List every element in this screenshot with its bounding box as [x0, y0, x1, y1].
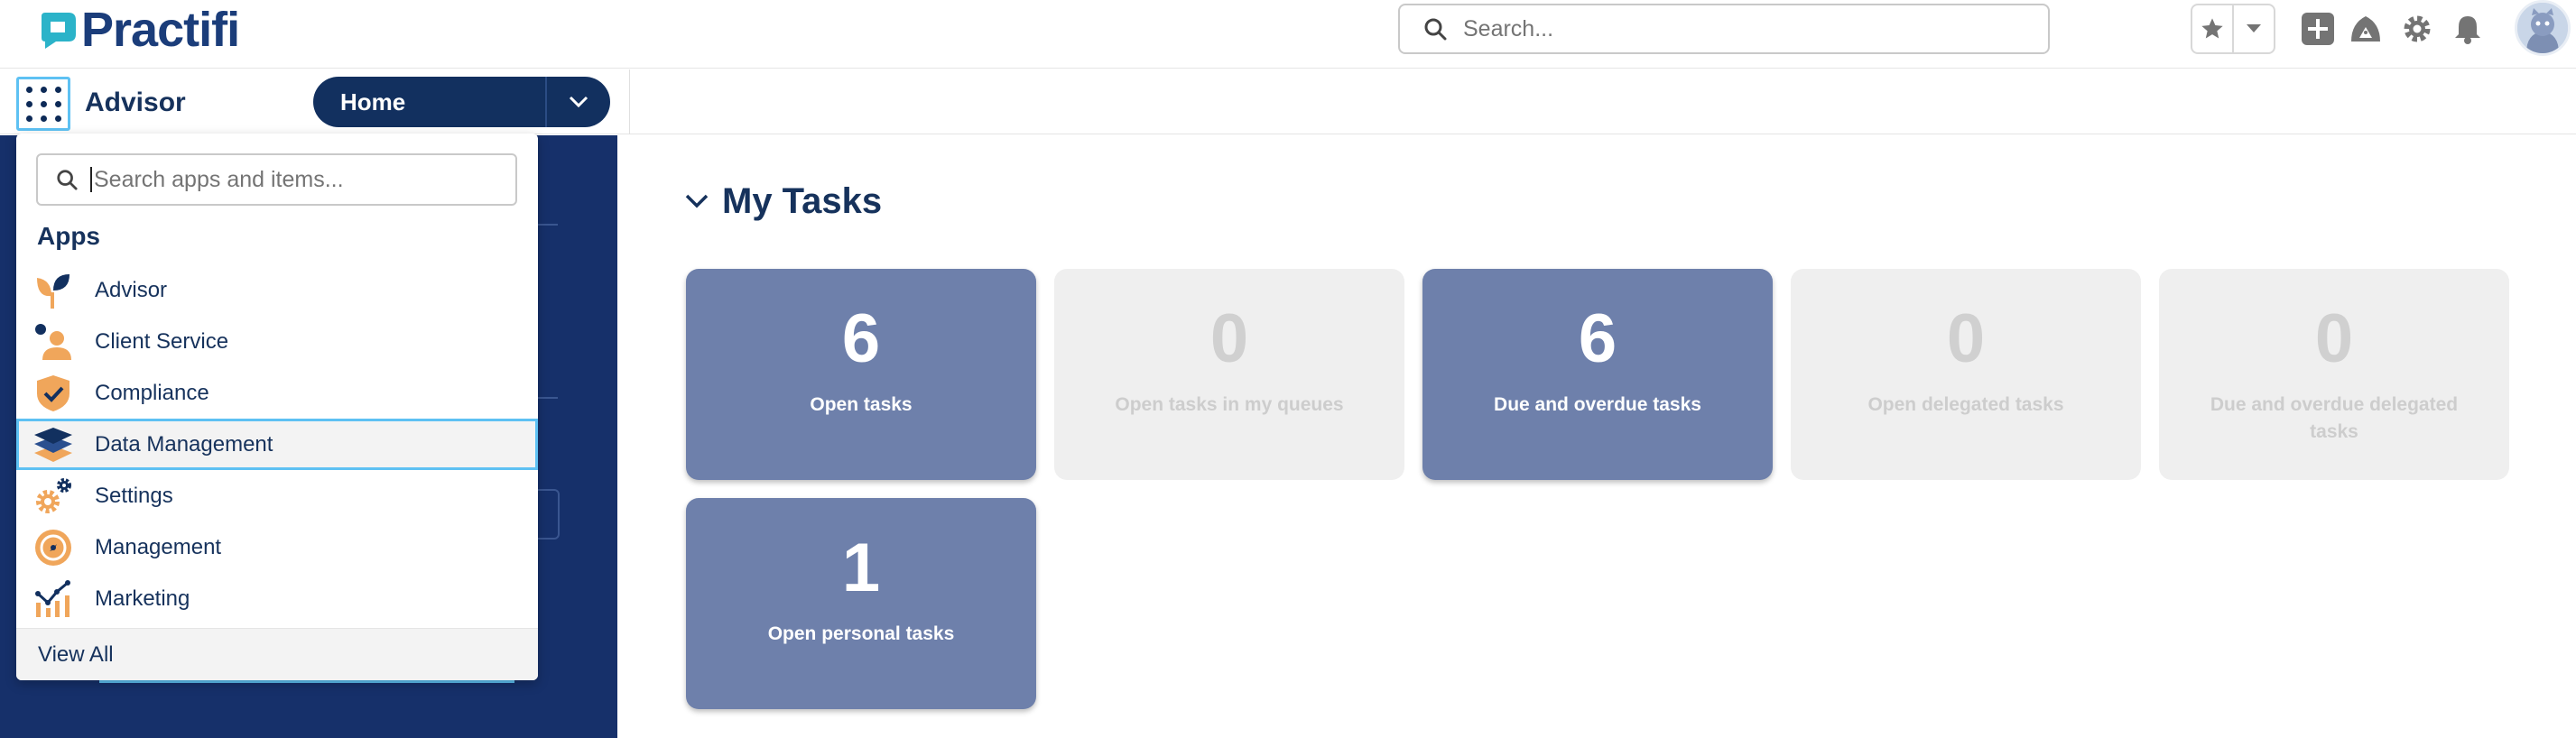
my-tasks-section-header[interactable]: My Tasks	[684, 177, 882, 226]
launcher-dot	[40, 86, 47, 93]
global-search-input[interactable]: Search...	[1398, 4, 2050, 54]
user-avatar-icon	[2517, 3, 2568, 53]
search-apps-placeholder: Search apps and items...	[94, 166, 344, 192]
launcher-dot	[25, 86, 32, 93]
view-all-link[interactable]: View All	[16, 628, 538, 680]
app-item-label: Management	[95, 534, 222, 559]
app-item-label: Advisor	[95, 277, 168, 302]
launcher-dot	[54, 86, 61, 93]
tile-count: 6	[841, 300, 881, 377]
brand-name: Practifi	[81, 3, 240, 57]
advisor-icon	[32, 270, 74, 311]
practifi-logo-icon	[38, 9, 79, 51]
app-item-label: Client Service	[95, 328, 229, 354]
management-compass-icon	[32, 527, 74, 568]
setup-button[interactable]	[2399, 11, 2435, 47]
app-name: Advisor	[85, 88, 186, 117]
tile-count: 6	[1578, 300, 1617, 377]
page: Practifi Search... Advisor Home Search a…	[0, 0, 2576, 738]
task-tile-open-personal[interactable]: 1 Open personal tasks	[686, 498, 1036, 709]
favorites-list-button[interactable]	[2232, 5, 2274, 52]
app-item-label: Data Management	[95, 431, 273, 457]
settings-gears-icon	[32, 475, 74, 517]
favorites-control	[2191, 4, 2275, 54]
launcher-dot	[54, 115, 61, 122]
tile-label: Open tasks in my queues	[1115, 394, 1344, 415]
text-caret	[90, 167, 92, 192]
apps-heading: Apps	[37, 222, 100, 250]
tile-count: 0	[1209, 300, 1249, 377]
launcher-dot	[25, 100, 32, 107]
gear-icon	[2404, 15, 2431, 42]
tile-count: 0	[2314, 300, 2354, 377]
search-icon	[57, 170, 78, 190]
home-nav-label: Home	[340, 88, 406, 115]
nav-divider	[629, 69, 630, 134]
app-navigation-bar: Advisor Home	[0, 69, 2576, 134]
launcher-dot	[54, 100, 61, 107]
app-item-advisor[interactable]: Advisor	[16, 264, 538, 316]
compliance-shield-icon	[32, 373, 74, 414]
marketing-chart-icon	[32, 578, 74, 620]
chevron-down-icon	[569, 96, 588, 108]
chevron-down-icon	[2247, 24, 2261, 32]
launcher-dot	[40, 115, 47, 122]
task-tile-open-tasks-in-queues[interactable]: 0 Open tasks in my queues	[1054, 269, 1404, 480]
tile-label: Open delegated tasks	[1867, 394, 2064, 415]
app-launcher-menu: Search apps and items... Apps Advisor Cl…	[16, 134, 538, 680]
launcher-dot	[40, 100, 47, 107]
tile-count: 0	[1946, 300, 1986, 377]
client-service-icon	[32, 321, 74, 363]
global-actions-button[interactable]	[2300, 11, 2336, 47]
trailhead-button[interactable]	[2348, 11, 2384, 47]
task-tile-due-overdue-delegated[interactable]: 0 Due and overdue delegated tasks	[2159, 269, 2509, 480]
tile-label: Open tasks	[810, 394, 913, 415]
app-item-marketing[interactable]: Marketing	[16, 573, 538, 624]
trailhead-icon	[2351, 16, 2380, 42]
star-icon	[2201, 18, 2223, 39]
avatar[interactable]	[2515, 0, 2571, 56]
task-tile-open-tasks[interactable]: 6 Open tasks	[686, 269, 1036, 480]
app-item-label: Compliance	[95, 380, 209, 405]
home-nav-menu-button[interactable]	[547, 96, 610, 108]
app-item-client-service[interactable]: Client Service	[16, 316, 538, 367]
tile-label: Due and overdue tasks	[1494, 394, 1701, 415]
tile-label: Due and overdue delegated tasks	[2210, 394, 2459, 442]
tile-count: 1	[841, 530, 881, 606]
search-icon	[1424, 18, 1447, 41]
app-launcher-button[interactable]	[16, 77, 70, 131]
chevron-down-icon	[685, 194, 709, 208]
data-management-layers-icon	[32, 424, 74, 466]
practifi-logo[interactable]: Practifi	[38, 3, 240, 57]
task-tile-open-delegated[interactable]: 0 Open delegated tasks	[1791, 269, 2141, 480]
bell-icon	[2455, 16, 2480, 44]
section-title: My Tasks	[722, 180, 883, 221]
global-header: Practifi Search...	[0, 0, 2576, 69]
tile-label: Open personal tasks	[767, 623, 955, 644]
notifications-button[interactable]	[2450, 11, 2486, 47]
app-item-data-management[interactable]: Data Management	[16, 419, 538, 470]
app-item-management[interactable]: Management	[16, 521, 538, 573]
task-tile-due-and-overdue[interactable]: 6 Due and overdue tasks	[1422, 269, 1773, 480]
app-item-compliance[interactable]: Compliance	[16, 367, 538, 419]
launcher-dot	[25, 115, 32, 122]
app-item-label: Settings	[95, 483, 173, 508]
add-icon	[2302, 13, 2334, 45]
view-all-label: View All	[38, 641, 114, 667]
app-item-label: Marketing	[95, 586, 190, 611]
app-item-settings[interactable]: Settings	[16, 470, 538, 521]
favorite-star-button[interactable]	[2192, 5, 2232, 52]
search-apps-input[interactable]: Search apps and items...	[36, 153, 517, 206]
home-nav-item[interactable]: Home	[313, 77, 610, 127]
search-placeholder: Search...	[1463, 15, 1554, 42]
